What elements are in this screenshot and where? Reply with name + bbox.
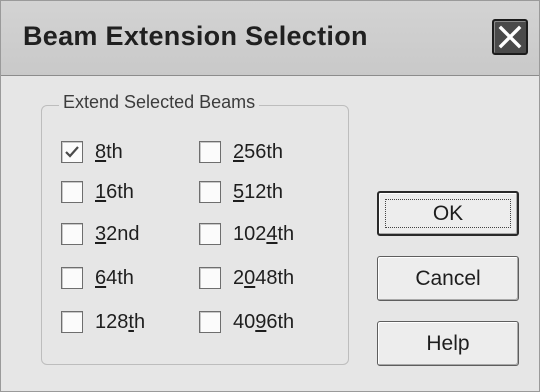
option-label: 16th [95,180,134,203]
beam-option[interactable]: 8th [61,138,123,166]
checkbox[interactable] [61,181,83,203]
option-label: 64th [95,266,134,289]
beam-option[interactable]: 128th [61,308,145,336]
groupbox-legend: Extend Selected Beams [59,92,260,113]
close-icon [498,25,522,49]
option-label: 4096th [233,310,295,333]
option-label: 8th [95,140,123,163]
beam-option[interactable]: 1024th [199,220,294,248]
option-label: 128th [95,310,146,333]
ok-button[interactable]: OK [377,191,519,236]
option-label: 1024th [233,222,295,245]
help-button[interactable]: Help [377,321,519,366]
beam-option[interactable]: 32nd [61,220,140,248]
checkbox[interactable] [199,311,221,333]
checkbox[interactable] [61,141,83,163]
checkbox[interactable] [61,223,83,245]
checkmark-icon [65,146,79,158]
beam-option[interactable]: 16th [61,178,134,206]
checkbox[interactable] [199,181,221,203]
beam-option[interactable]: 64th [61,264,134,292]
option-label: 256th [233,140,284,163]
beam-option[interactable]: 512th [199,178,283,206]
beam-option[interactable]: 4096th [199,308,294,336]
option-label: 32nd [95,222,140,245]
checkbox[interactable] [61,267,83,289]
checkbox[interactable] [61,311,83,333]
dialog-title: Beam Extension Selection [23,21,368,51]
checkbox[interactable] [199,141,221,163]
checkbox[interactable] [199,223,221,245]
close-button[interactable] [492,19,528,55]
title-bar: Beam Extension Selection [1,1,539,76]
option-label: 512th [233,180,284,203]
beam-option[interactable]: 2048th [199,264,294,292]
cancel-button[interactable]: Cancel [377,256,519,301]
beam-option[interactable]: 256th [199,138,283,166]
option-label: 2048th [233,266,295,289]
beam-extension-dialog: Beam Extension Selection Extend Selected… [0,0,540,392]
checkbox[interactable] [199,267,221,289]
